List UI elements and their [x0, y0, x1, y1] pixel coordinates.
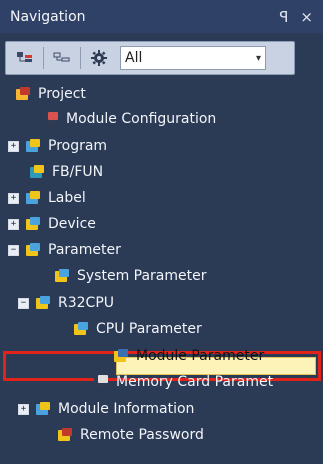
- tree-item-label: Parameter: [48, 242, 121, 258]
- program-icon: [26, 139, 40, 152]
- cpu-parameter-icon: [74, 322, 88, 335]
- tree-item-device[interactable]: + Device: [8, 212, 96, 236]
- module-configuration-icon: [44, 112, 58, 125]
- close-icon[interactable]: ×: [300, 8, 313, 26]
- tree-item-r32cpu[interactable]: − R32CPU: [18, 291, 114, 315]
- tree-item-label[interactable]: + Label: [8, 186, 86, 210]
- tree-item-label: FB/FUN: [52, 164, 104, 180]
- tree-item-label: R32CPU: [58, 295, 115, 311]
- tree-item-label: Module Parameter: [136, 348, 265, 364]
- module-parameter-icon: [114, 349, 128, 362]
- collapse-tree-button[interactable]: [47, 45, 77, 71]
- fb-fun-icon: [30, 165, 44, 178]
- pin-icon[interactable]: ꟼ: [279, 8, 288, 26]
- tree-item-fb-fun[interactable]: FB/FUN: [28, 160, 103, 184]
- pane-title: Navigation: [10, 8, 86, 25]
- tree-item-memory-card-paramet[interactable]: Memory Card Paramet: [92, 370, 273, 394]
- tree-item-label: Label: [48, 190, 86, 206]
- tree-item-label: CPU Parameter: [96, 321, 202, 337]
- tree-item-parameter[interactable]: − Parameter: [8, 238, 121, 262]
- tree-item-label: Memory Card Paramet: [116, 374, 274, 390]
- chevron-down-icon[interactable]: ▾: [256, 53, 261, 64]
- remote-password-icon: [58, 428, 72, 441]
- tree-item-program[interactable]: + Program: [8, 134, 107, 158]
- expand-icon[interactable]: +: [8, 140, 19, 152]
- tree-item-remote-password[interactable]: Remote Password: [56, 423, 204, 447]
- tree-item-project[interactable]: Project: [14, 82, 86, 106]
- filter-select[interactable]: All ▾: [120, 46, 266, 70]
- tree-item-label: Remote Password: [80, 427, 204, 443]
- gear-icon: [91, 50, 107, 66]
- expand-icon[interactable]: +: [8, 192, 19, 204]
- device-icon: [26, 217, 40, 230]
- collapse-icon[interactable]: −: [8, 244, 19, 256]
- pane-titlebar: Navigation ꟼ ×: [0, 0, 323, 33]
- collapse-tree-icon: [53, 52, 70, 62]
- toolbar-separator: [80, 47, 81, 69]
- tree-item-label: Module Information: [58, 401, 195, 417]
- parameter-icon: [26, 243, 40, 256]
- system-parameter-icon: [55, 269, 69, 282]
- navigation-toolbar: All ▾: [5, 41, 295, 75]
- expand-icon[interactable]: +: [18, 403, 29, 415]
- tree-item-module-parameter[interactable]: Module Parameter: [112, 344, 264, 368]
- tree-item-label: Program: [48, 138, 108, 154]
- module-information-icon: [36, 402, 50, 415]
- tree-item-label: Device: [48, 216, 96, 232]
- tree-item-module-information[interactable]: + Module Information: [18, 397, 194, 421]
- settings-button[interactable]: [84, 45, 114, 71]
- tree-item-label: System Parameter: [77, 268, 207, 284]
- memory-card-icon: [94, 375, 108, 388]
- expand-tree-button[interactable]: [10, 45, 40, 71]
- tree-item-label: Module Configuration: [66, 111, 217, 127]
- toolbar-separator: [43, 47, 44, 69]
- expand-icon[interactable]: +: [8, 218, 19, 230]
- label-icon: [26, 191, 40, 204]
- tree-item-cpu-parameter[interactable]: CPU Parameter: [72, 317, 202, 341]
- collapse-icon[interactable]: −: [18, 297, 29, 309]
- r32cpu-icon: [36, 296, 50, 309]
- tree-item-system-parameter[interactable]: System Parameter: [53, 264, 207, 288]
- navigation-tree: Project Module Configuration + Program FB/FU…: [0, 80, 323, 464]
- tree-item-label: Project: [38, 86, 86, 102]
- expand-tree-icon: [17, 52, 32, 62]
- filter-select-value: All: [125, 50, 143, 66]
- tree-item-module-configuration[interactable]: Module Configuration: [42, 107, 216, 131]
- project-icon: [16, 87, 30, 100]
